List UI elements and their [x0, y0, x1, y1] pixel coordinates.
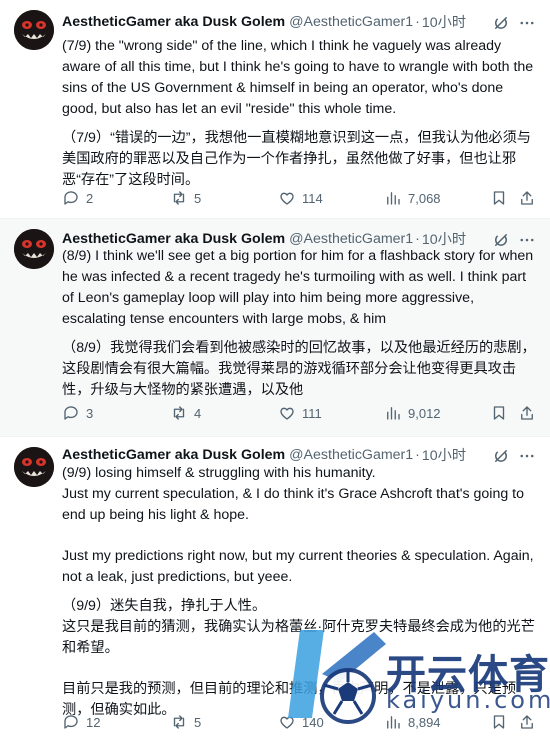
grok-icon[interactable] — [492, 14, 510, 32]
avatar-monster-icon — [14, 229, 54, 269]
tweet-text: (8/9) I think we'll see get a big portio… — [62, 246, 540, 401]
tweet-text-line: Just my predictions right now, but my cu… — [62, 548, 534, 585]
reply-button[interactable]: 12 — [62, 712, 100, 732]
action-bar: 3 4 111 9,012 — [62, 403, 536, 423]
author-name[interactable]: AestheticGamer aka Dusk Golem — [62, 231, 285, 247]
tweet-text-original: (8/9) I think we'll see get a big portio… — [62, 248, 534, 327]
author-handle[interactable]: @AestheticGamer1 — [289, 14, 413, 30]
author-name[interactable]: AestheticGamer aka Dusk Golem — [62, 14, 285, 30]
watermark: 开云体育 kaiyun.com — [282, 622, 550, 739]
like-count: 111 — [302, 405, 322, 421]
avatar-monster-icon — [14, 10, 54, 50]
share-button[interactable] — [518, 188, 536, 208]
view-count: 9,012 — [408, 405, 441, 421]
separator-dot: · — [415, 231, 420, 247]
retweet-icon — [173, 406, 185, 420]
avatar[interactable] — [14, 447, 54, 487]
separator-dot: · — [415, 447, 420, 463]
view-count: 7,068 — [408, 190, 441, 206]
retweet-count: 5 — [194, 190, 202, 206]
reply-count: 2 — [86, 190, 94, 206]
bookmark-icon — [493, 191, 505, 205]
like-icon — [280, 192, 294, 205]
bookmark-icon — [493, 406, 505, 420]
retweet-icon — [173, 715, 185, 729]
retweet-button[interactable]: 5 — [170, 712, 201, 732]
tweet-translation-line: （9/9）迷失自我，挣扎于人性。 — [62, 598, 267, 614]
like-icon — [280, 407, 294, 420]
tweet-text: (7/9) the "wrong side" of the line, whic… — [62, 36, 540, 191]
author-name[interactable]: AestheticGamer aka Dusk Golem — [62, 447, 285, 463]
tweet-text-original: (7/9) the "wrong side" of the line, whic… — [62, 38, 534, 117]
tweet-header: AestheticGamer aka Dusk Golem @Aesthetic… — [62, 445, 536, 465]
reply-button[interactable]: 3 — [62, 403, 93, 423]
avatar[interactable] — [14, 229, 54, 269]
share-icon — [521, 191, 533, 205]
views-icon — [387, 407, 400, 420]
views-button[interactable]: 7,068 — [384, 188, 441, 208]
author-handle[interactable]: @AestheticGamer1 — [289, 231, 413, 247]
like-count: 114 — [302, 190, 323, 206]
action-bar: 2 5 114 7,068 — [62, 188, 536, 208]
separator-dot: · — [415, 14, 420, 30]
bookmark-button[interactable] — [490, 403, 508, 423]
author-handle[interactable]: @AestheticGamer1 — [289, 447, 413, 463]
retweet-icon — [173, 191, 185, 205]
reply-count: 3 — [86, 405, 94, 421]
reply-icon — [64, 406, 78, 420]
retweet-button[interactable]: 5 — [170, 188, 201, 208]
share-icon — [521, 406, 533, 420]
timestamp[interactable]: 10小时 — [422, 445, 466, 465]
avatar[interactable] — [14, 10, 54, 50]
reply-icon — [64, 191, 78, 205]
views-button[interactable]: 9,012 — [384, 403, 441, 423]
tweet-header: AestheticGamer aka Dusk Golem @Aesthetic… — [62, 12, 536, 32]
retweet-count: 5 — [194, 714, 202, 730]
timestamp[interactable]: 10小时 — [422, 12, 466, 32]
tweet-text-line: Just my current speculation, & I do thin… — [62, 486, 525, 523]
like-button[interactable]: 111 — [278, 403, 322, 423]
tweet-7-of-9[interactable]: AestheticGamer aka Dusk Golem @Aesthetic… — [0, 0, 550, 219]
retweet-count: 4 — [194, 405, 202, 421]
watermark-text-en: kaiyun.com — [386, 686, 550, 714]
tweet-text-line: (9/9) losing himself & struggling with h… — [62, 465, 376, 481]
tweet-text-translation: （7/9）“错误的一边”，我想他一直模糊地意识到这一点，但我认为他必须与美国政府… — [62, 130, 531, 188]
tweet-8-of-9[interactable]: AestheticGamer aka Dusk Golem @Aesthetic… — [0, 219, 550, 437]
like-button[interactable]: 114 — [278, 188, 323, 208]
bookmark-button[interactable] — [490, 188, 508, 208]
reply-button[interactable]: 2 — [62, 188, 93, 208]
retweet-button[interactable]: 4 — [170, 403, 201, 423]
tweet-text-translation: （8/9）我觉得我们会看到他被感染时的回忆故事，以及他最近经历的悲剧，这段剧情会… — [62, 340, 536, 398]
more-icon[interactable] — [518, 14, 536, 32]
watermark-logo-icon — [288, 630, 386, 724]
views-icon — [387, 192, 400, 205]
reply-icon — [64, 715, 78, 729]
reply-count: 12 — [86, 714, 101, 730]
share-button[interactable] — [518, 403, 536, 423]
avatar-monster-icon — [14, 447, 54, 487]
